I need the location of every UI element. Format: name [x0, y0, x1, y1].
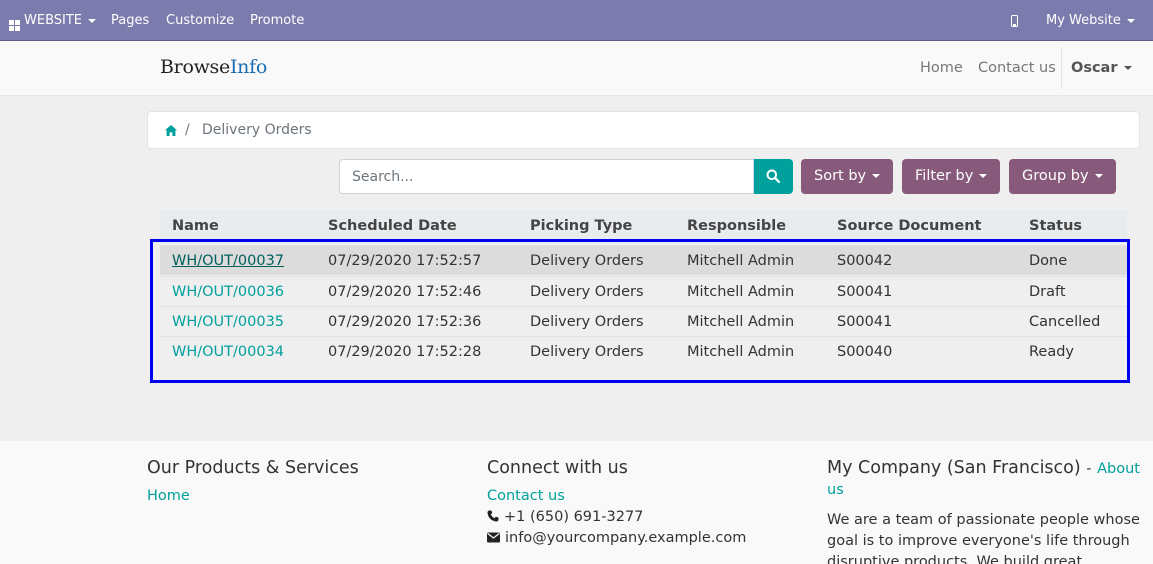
website-menu-label: WEBSITE [24, 13, 82, 28]
breadcrumb: / Delivery Orders [147, 111, 1140, 149]
table-row[interactable]: WH/OUT/00034 07/29/2020 17:52:28 Deliver… [160, 336, 1127, 366]
footer-connect-title: Connect with us [487, 458, 628, 478]
column-header-scheduled-date: Scheduled Date [328, 218, 457, 234]
caret-down-icon [1123, 66, 1132, 70]
scheduled-date-cell: 07/29/2020 17:52:57 [328, 253, 482, 269]
source-document-cell: S00041 [837, 284, 893, 300]
responsible-cell: Mitchell Admin [687, 284, 795, 300]
caret-down-icon [872, 174, 881, 178]
user-menu[interactable]: Oscar [1071, 41, 1132, 96]
table-row[interactable]: WH/OUT/00037 07/29/2020 17:52:57 Deliver… [160, 245, 1127, 275]
logo-part-browse: Browse [160, 56, 230, 78]
source-document-cell: S00040 [837, 344, 893, 360]
breadcrumb-current: Delivery Orders [202, 122, 312, 138]
responsible-cell: Mitchell Admin [687, 314, 795, 330]
website-menu[interactable]: WEBSITE [9, 0, 96, 41]
column-header-responsible: Responsible [687, 218, 787, 234]
caret-down-icon [979, 174, 988, 178]
footer-email: info@yourcompany.example.com [487, 530, 746, 546]
footer-contact-link[interactable]: Contact us [487, 488, 565, 504]
apps-grid-icon [9, 20, 20, 31]
footer-email-text[interactable]: info@yourcompany.example.com [505, 530, 746, 546]
company-logo[interactable]: BrowseInfo [160, 56, 267, 78]
scheduled-date-cell: 07/29/2020 17:52:28 [328, 344, 482, 360]
caret-down-icon [88, 18, 96, 23]
phone-icon [487, 510, 499, 522]
column-header-name: Name [172, 218, 219, 234]
nav-home[interactable]: Home [920, 41, 963, 96]
search-input[interactable] [339, 159, 754, 194]
envelope-icon [487, 532, 500, 543]
status-cell: Done [1029, 253, 1068, 269]
picking-type-cell: Delivery Orders [530, 284, 644, 300]
picking-type-cell: Delivery Orders [530, 253, 644, 269]
group-by-dropdown[interactable]: Group by [1009, 159, 1116, 194]
footer-phone-text: +1 (650) 691-3277 [504, 509, 644, 525]
footer-phone: +1 (650) 691-3277 [487, 509, 643, 525]
caret-down-icon [1094, 174, 1103, 178]
filter-by-label: Filter by [915, 168, 974, 184]
site-selector-label: My Website [1046, 13, 1121, 28]
table-header: Name Scheduled Date Picking Type Respons… [160, 210, 1127, 243]
responsible-cell: Mitchell Admin [687, 253, 795, 269]
footer-company-title: My Company (San Francisco) - About [827, 458, 1140, 478]
footer-company-name: My Company (San Francisco) [827, 458, 1081, 478]
mobile-phone-icon [1011, 14, 1018, 27]
table-row[interactable]: WH/OUT/00036 07/29/2020 17:52:46 Deliver… [160, 276, 1127, 306]
customize-menu[interactable]: Customize [166, 0, 234, 41]
column-header-status: Status [1029, 218, 1083, 234]
group-by-label: Group by [1022, 168, 1089, 184]
delivery-order-link[interactable]: WH/OUT/00036 [172, 277, 284, 307]
delivery-order-link[interactable]: WH/OUT/00037 [172, 246, 284, 276]
footer-products-title: Our Products & Services [147, 458, 359, 478]
sort-by-label: Sort by [814, 168, 867, 184]
delivery-order-link[interactable]: WH/OUT/00035 [172, 307, 284, 337]
site-footer: Our Products & Services Home Connect wit… [0, 441, 1153, 564]
home-icon[interactable] [165, 125, 177, 136]
caret-down-icon [1126, 18, 1135, 23]
nav-contact-us[interactable]: Contact us [978, 41, 1056, 96]
responsible-cell: Mitchell Admin [687, 344, 795, 360]
column-header-picking-type: Picking Type [530, 218, 633, 234]
website-admin-bar: WEBSITE Pages Customize Promote My Websi… [0, 0, 1153, 41]
logo-part-info: Info [229, 56, 267, 78]
status-cell: Cancelled [1029, 314, 1101, 330]
site-header: BrowseInfo Home Contact us Oscar [0, 41, 1153, 96]
picking-type-cell: Delivery Orders [530, 344, 644, 360]
mobile-preview-button[interactable] [1011, 0, 1018, 41]
sort-by-dropdown[interactable]: Sort by [801, 159, 894, 194]
search-icon [766, 169, 780, 183]
scheduled-date-cell: 07/29/2020 17:52:36 [328, 314, 482, 330]
footer-about-link-continued[interactable]: us [827, 482, 844, 498]
promote-menu[interactable]: Promote [250, 0, 304, 41]
pages-menu[interactable]: Pages [111, 0, 149, 41]
status-cell: Ready [1029, 344, 1075, 360]
source-document-cell: S00042 [837, 253, 893, 269]
footer-home-link[interactable]: Home [147, 488, 190, 504]
site-selector[interactable]: My Website [1046, 0, 1135, 41]
delivery-order-link[interactable]: WH/OUT/00034 [172, 337, 284, 367]
picking-type-cell: Delivery Orders [530, 314, 644, 330]
user-name: Oscar [1071, 60, 1118, 76]
search-button[interactable] [754, 159, 793, 194]
breadcrumb-separator: / [185, 122, 190, 138]
footer-about-text: We are a team of passionate people whose… [827, 512, 1140, 564]
filter-by-dropdown[interactable]: Filter by [902, 159, 1001, 194]
footer-about-link[interactable]: About [1097, 461, 1140, 477]
status-cell: Draft [1029, 284, 1066, 300]
column-header-source-document: Source Document [837, 218, 982, 234]
scheduled-date-cell: 07/29/2020 17:52:46 [328, 284, 482, 300]
footer-company-separator: - [1086, 461, 1092, 477]
table-row[interactable]: WH/OUT/00035 07/29/2020 17:52:36 Deliver… [160, 306, 1127, 336]
source-document-cell: S00041 [837, 314, 893, 330]
nav-divider [1061, 47, 1062, 89]
